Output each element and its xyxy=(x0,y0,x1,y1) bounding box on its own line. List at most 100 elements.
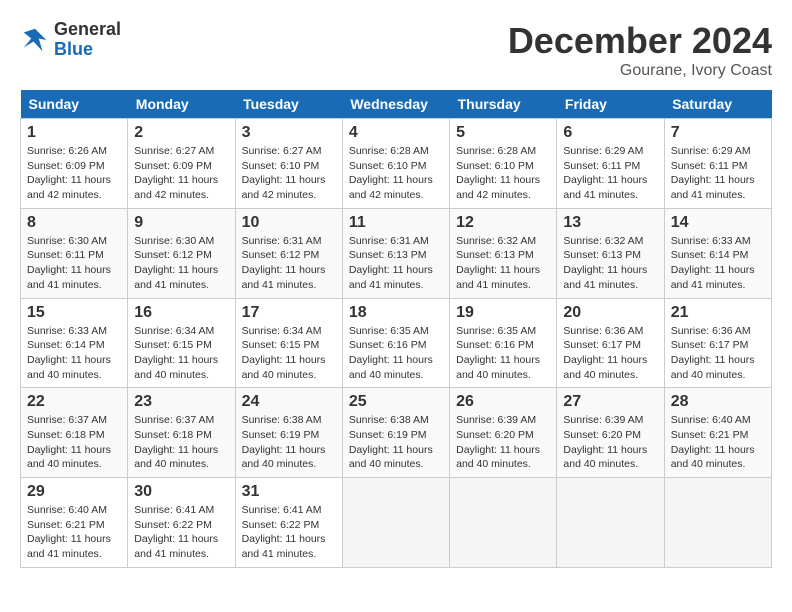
calendar-cell: 5 Sunrise: 6:28 AM Sunset: 6:10 PM Daylig… xyxy=(450,119,557,209)
day-info: Sunrise: 6:40 AM Sunset: 6:21 PM Dayligh… xyxy=(671,413,765,472)
day-info: Sunrise: 6:31 AM Sunset: 6:12 PM Dayligh… xyxy=(242,234,336,293)
calendar-cell: 20Sunrise: 6:36 AM Sunset: 6:17 PM Dayli… xyxy=(557,298,664,388)
day-info: Sunrise: 6:35 AM Sunset: 6:16 PM Dayligh… xyxy=(349,324,443,383)
day-number: 10 xyxy=(242,214,336,232)
day-number: 22 xyxy=(27,393,121,411)
calendar-week-1: 1 Sunrise: 6:26 AM Sunset: 6:09 PM Daylig… xyxy=(21,119,772,209)
header-row: SundayMondayTuesdayWednesdayThursdayFrid… xyxy=(21,90,772,119)
calendar-cell: 23Sunrise: 6:37 AM Sunset: 6:18 PM Dayli… xyxy=(128,388,235,478)
day-number: 17 xyxy=(242,304,336,322)
day-info: Sunrise: 6:27 AM Sunset: 6:10 PM Dayligh… xyxy=(242,144,336,203)
day-number: 24 xyxy=(242,393,336,411)
day-number: 19 xyxy=(456,304,550,322)
day-info: Sunrise: 6:36 AM Sunset: 6:17 PM Dayligh… xyxy=(563,324,657,383)
day-info: Sunrise: 6:33 AM Sunset: 6:14 PM Dayligh… xyxy=(27,324,121,383)
day-info: Sunrise: 6:35 AM Sunset: 6:16 PM Dayligh… xyxy=(456,324,550,383)
day-number: 8 xyxy=(27,214,121,232)
calendar-week-5: 29 Sunrise: 6:40 AM Sunset: 6:21 PM Dayli… xyxy=(21,478,772,568)
location-subtitle: Gourane, Ivory Coast xyxy=(508,62,772,80)
day-number: 26 xyxy=(456,393,550,411)
day-number: 28 xyxy=(671,393,765,411)
day-number: 1 xyxy=(27,124,121,142)
day-info: Sunrise: 6:34 AM Sunset: 6:15 PM Dayligh… xyxy=(242,324,336,383)
day-info: Sunrise: 6:26 AM Sunset: 6:09 PM Dayligh… xyxy=(27,144,121,203)
calendar-cell: 14 Sunrise: 6:33 AM Sunset: 6:14 PM Dayli… xyxy=(664,208,771,298)
day-number: 25 xyxy=(349,393,443,411)
calendar-cell: 1 Sunrise: 6:26 AM Sunset: 6:09 PM Daylig… xyxy=(21,119,128,209)
calendar-table: SundayMondayTuesdayWednesdayThursdayFrid… xyxy=(20,90,772,568)
day-number: 7 xyxy=(671,124,765,142)
day-info: Sunrise: 6:37 AM Sunset: 6:18 PM Dayligh… xyxy=(134,413,228,472)
calendar-week-2: 8 Sunrise: 6:30 AM Sunset: 6:11 PM Daylig… xyxy=(21,208,772,298)
day-number: 4 xyxy=(349,124,443,142)
logo-text: General Blue xyxy=(54,20,121,60)
day-info: Sunrise: 6:29 AM Sunset: 6:11 PM Dayligh… xyxy=(563,144,657,203)
day-number: 12 xyxy=(456,214,550,232)
day-number: 13 xyxy=(563,214,657,232)
calendar-cell: 31 Sunrise: 6:41 AM Sunset: 6:22 PM Dayli… xyxy=(235,478,342,568)
calendar-cell: 13Sunrise: 6:32 AM Sunset: 6:13 PM Dayli… xyxy=(557,208,664,298)
month-title: December 2024 xyxy=(508,20,772,62)
day-info: Sunrise: 6:39 AM Sunset: 6:20 PM Dayligh… xyxy=(563,413,657,472)
day-info: Sunrise: 6:33 AM Sunset: 6:14 PM Dayligh… xyxy=(671,234,765,293)
calendar-cell: 24 Sunrise: 6:38 AM Sunset: 6:19 PM Dayli… xyxy=(235,388,342,478)
day-number: 6 xyxy=(563,124,657,142)
day-number: 29 xyxy=(27,483,121,501)
calendar-cell: 10 Sunrise: 6:31 AM Sunset: 6:12 PM Dayli… xyxy=(235,208,342,298)
day-info: Sunrise: 6:37 AM Sunset: 6:18 PM Dayligh… xyxy=(27,413,121,472)
calendar-cell: 4Sunrise: 6:28 AM Sunset: 6:10 PM Daylig… xyxy=(342,119,449,209)
day-info: Sunrise: 6:38 AM Sunset: 6:19 PM Dayligh… xyxy=(242,413,336,472)
day-info: Sunrise: 6:36 AM Sunset: 6:17 PM Dayligh… xyxy=(671,324,765,383)
column-header-saturday: Saturday xyxy=(664,90,771,119)
calendar-cell: 27Sunrise: 6:39 AM Sunset: 6:20 PM Dayli… xyxy=(557,388,664,478)
column-header-thursday: Thursday xyxy=(450,90,557,119)
page-header: General Blue December 2024 Gourane, Ivor… xyxy=(20,20,772,80)
day-number: 31 xyxy=(242,483,336,501)
calendar-week-3: 15Sunrise: 6:33 AM Sunset: 6:14 PM Dayli… xyxy=(21,298,772,388)
day-info: Sunrise: 6:39 AM Sunset: 6:20 PM Dayligh… xyxy=(456,413,550,472)
calendar-cell: 15Sunrise: 6:33 AM Sunset: 6:14 PM Dayli… xyxy=(21,298,128,388)
logo-icon xyxy=(20,25,50,55)
day-info: Sunrise: 6:34 AM Sunset: 6:15 PM Dayligh… xyxy=(134,324,228,383)
calendar-cell: 25 Sunrise: 6:38 AM Sunset: 6:19 PM Dayli… xyxy=(342,388,449,478)
column-header-monday: Monday xyxy=(128,90,235,119)
calendar-cell: 6 Sunrise: 6:29 AM Sunset: 6:11 PM Daylig… xyxy=(557,119,664,209)
day-number: 3 xyxy=(242,124,336,142)
column-header-tuesday: Tuesday xyxy=(235,90,342,119)
title-block: December 2024 Gourane, Ivory Coast xyxy=(508,20,772,80)
column-header-sunday: Sunday xyxy=(21,90,128,119)
column-header-wednesday: Wednesday xyxy=(342,90,449,119)
column-header-friday: Friday xyxy=(557,90,664,119)
calendar-cell xyxy=(342,478,449,568)
day-number: 21 xyxy=(671,304,765,322)
day-info: Sunrise: 6:38 AM Sunset: 6:19 PM Dayligh… xyxy=(349,413,443,472)
day-number: 11 xyxy=(349,214,443,232)
calendar-cell: 22 Sunrise: 6:37 AM Sunset: 6:18 PM Dayli… xyxy=(21,388,128,478)
calendar-cell xyxy=(664,478,771,568)
calendar-cell: 30 Sunrise: 6:41 AM Sunset: 6:22 PM Dayli… xyxy=(128,478,235,568)
calendar-cell: 7 Sunrise: 6:29 AM Sunset: 6:11 PM Daylig… xyxy=(664,119,771,209)
logo: General Blue xyxy=(20,20,121,60)
day-number: 14 xyxy=(671,214,765,232)
day-info: Sunrise: 6:29 AM Sunset: 6:11 PM Dayligh… xyxy=(671,144,765,203)
calendar-cell: 9 Sunrise: 6:30 AM Sunset: 6:12 PM Daylig… xyxy=(128,208,235,298)
day-number: 30 xyxy=(134,483,228,501)
calendar-cell: 17 Sunrise: 6:34 AM Sunset: 6:15 PM Dayli… xyxy=(235,298,342,388)
day-info: Sunrise: 6:30 AM Sunset: 6:11 PM Dayligh… xyxy=(27,234,121,293)
day-info: Sunrise: 6:32 AM Sunset: 6:13 PM Dayligh… xyxy=(456,234,550,293)
day-info: Sunrise: 6:40 AM Sunset: 6:21 PM Dayligh… xyxy=(27,503,121,562)
calendar-cell: 16Sunrise: 6:34 AM Sunset: 6:15 PM Dayli… xyxy=(128,298,235,388)
calendar-cell: 2 Sunrise: 6:27 AM Sunset: 6:09 PM Daylig… xyxy=(128,119,235,209)
day-info: Sunrise: 6:27 AM Sunset: 6:09 PM Dayligh… xyxy=(134,144,228,203)
day-number: 9 xyxy=(134,214,228,232)
day-info: Sunrise: 6:30 AM Sunset: 6:12 PM Dayligh… xyxy=(134,234,228,293)
calendar-week-4: 22 Sunrise: 6:37 AM Sunset: 6:18 PM Dayli… xyxy=(21,388,772,478)
calendar-cell: 18Sunrise: 6:35 AM Sunset: 6:16 PM Dayli… xyxy=(342,298,449,388)
calendar-cell xyxy=(557,478,664,568)
day-number: 2 xyxy=(134,124,228,142)
calendar-cell: 19 Sunrise: 6:35 AM Sunset: 6:16 PM Dayli… xyxy=(450,298,557,388)
day-info: Sunrise: 6:41 AM Sunset: 6:22 PM Dayligh… xyxy=(134,503,228,562)
day-number: 5 xyxy=(456,124,550,142)
day-info: Sunrise: 6:41 AM Sunset: 6:22 PM Dayligh… xyxy=(242,503,336,562)
day-info: Sunrise: 6:28 AM Sunset: 6:10 PM Dayligh… xyxy=(456,144,550,203)
